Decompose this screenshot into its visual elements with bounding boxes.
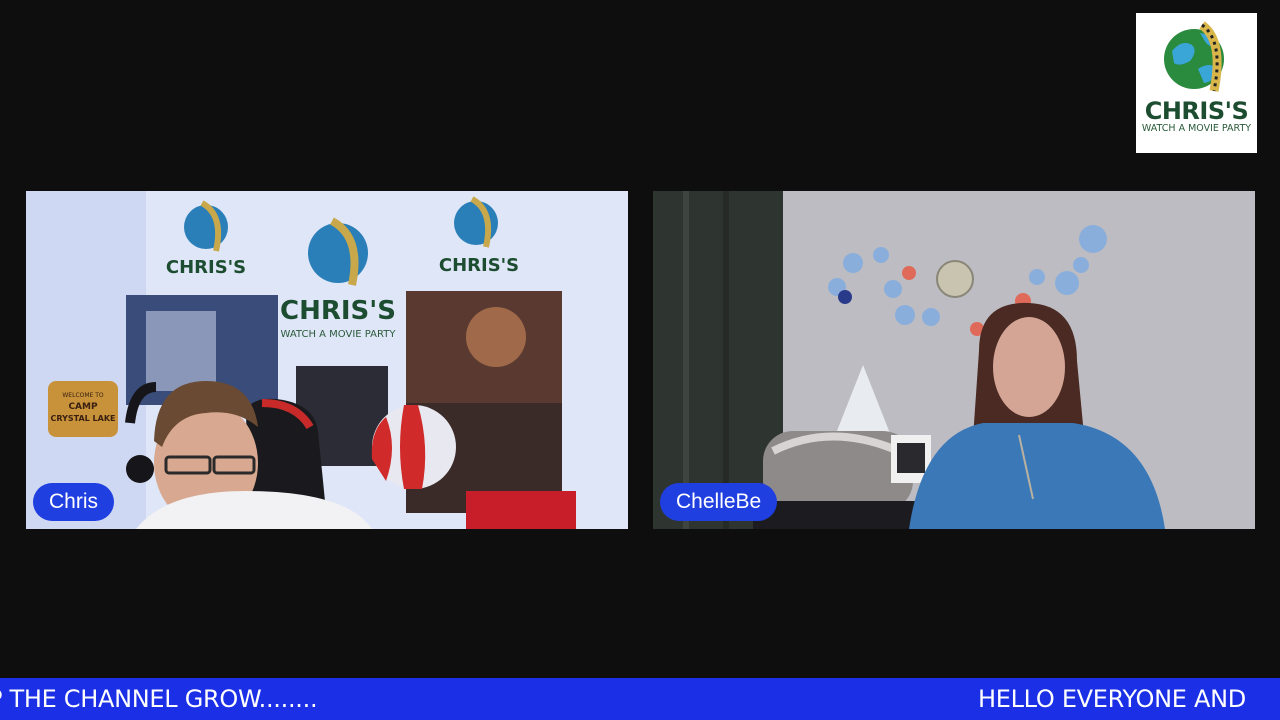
participant-label-chellebe: ChelleBe: [660, 483, 778, 521]
logo-subtitle: WATCH A MOVIE PARTY: [1141, 123, 1252, 134]
ticker-text-left: P THE CHANNEL GROW........: [0, 685, 318, 713]
channel-logo: CHRIS'S WATCH A MOVIE PARTY: [1136, 13, 1257, 153]
svg-text:CHRIS'S: CHRIS'S: [280, 296, 396, 326]
svg-text:WELCOME TO: WELCOME TO: [62, 392, 104, 399]
participant-label-chris: Chris: [33, 483, 115, 521]
svg-text:CAMP: CAMP: [68, 402, 98, 412]
video-tile-chellebe[interactable]: ChelleBe: [653, 191, 1255, 529]
chris-video-feed: CHRIS'S CHRIS'S WATCH A MOVIE PARTY CHRI…: [26, 191, 628, 529]
chellebe-video-feed: [653, 191, 1255, 529]
video-tile-chris[interactable]: CHRIS'S CHRIS'S WATCH A MOVIE PARTY CHRI…: [26, 191, 628, 529]
svg-text:CHRIS'S: CHRIS'S: [439, 255, 519, 276]
ticker-text-right: HELLO EVERYONE AND: [978, 685, 1246, 713]
svg-text:WATCH A MOVIE PARTY: WATCH A MOVIE PARTY: [281, 329, 397, 340]
svg-text:CHRIS'S: CHRIS'S: [166, 257, 246, 278]
globe-film-icon: [1163, 21, 1224, 92]
svg-text:CRYSTAL LAKE: CRYSTAL LAKE: [50, 414, 115, 423]
news-ticker: P THE CHANNEL GROW........ HELLO EVERYON…: [0, 678, 1280, 720]
logo-title: CHRIS'S: [1144, 97, 1249, 125]
